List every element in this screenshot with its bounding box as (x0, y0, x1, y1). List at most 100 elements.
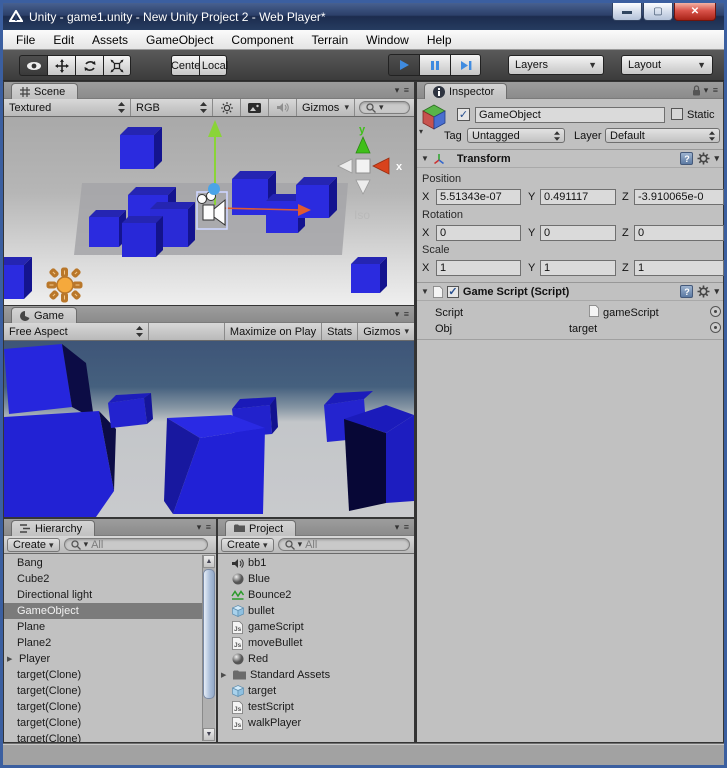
minimize-button[interactable]: ▬ (612, 3, 642, 21)
hierarchy-item-selected[interactable]: GameObject (4, 603, 202, 619)
rotation-x-field[interactable]: 0 (436, 225, 521, 241)
menu-window[interactable]: Window (357, 30, 418, 49)
hierarchy-item[interactable]: target(Clone) (4, 667, 202, 683)
layer-dropdown[interactable]: Default (605, 128, 720, 143)
play-button[interactable] (388, 54, 419, 76)
project-item[interactable]: ▶ Standard Assets (218, 667, 414, 683)
tab-hierarchy[interactable]: Hierarchy (11, 520, 95, 536)
menu-file[interactable]: File (7, 30, 44, 49)
tab-inspector[interactable]: Inspector (424, 83, 507, 99)
menu-component[interactable]: Component (222, 30, 302, 49)
scale-x-field[interactable]: 1 (436, 260, 521, 276)
hierarchy-item[interactable]: Directional light (4, 587, 202, 603)
project-item[interactable]: Blue (218, 571, 414, 587)
hierarchy-item[interactable]: Cube2 (4, 571, 202, 587)
tab-scene[interactable]: Scene (11, 83, 78, 99)
hierarchy-item[interactable]: Plane (4, 619, 202, 635)
menu-assets[interactable]: Assets (83, 30, 137, 49)
rotate-tool-button[interactable] (75, 55, 103, 76)
aspect-dropdown[interactable]: Free Aspect (4, 323, 149, 340)
project-item[interactable]: target (218, 683, 414, 699)
project-item[interactable]: bb1 (218, 555, 414, 571)
step-button[interactable] (450, 54, 481, 76)
position-x-field[interactable]: 5.51343e-07 (436, 189, 521, 205)
panel-menu-icon[interactable]: ▾ ≡ (395, 309, 410, 320)
position-y-field[interactable]: 0.491117 (540, 189, 616, 205)
project-item[interactable]: Js testScript (218, 699, 414, 715)
shading-mode-dropdown[interactable]: Textured (4, 99, 131, 116)
help-icon[interactable]: ? (680, 152, 693, 165)
scene-search-input[interactable]: ▾ (359, 101, 410, 114)
close-button[interactable]: ✕ (674, 3, 716, 21)
menu-edit[interactable]: Edit (44, 30, 83, 49)
menu-terrain[interactable]: Terrain (302, 30, 357, 49)
active-checkbox[interactable]: ✓ (457, 108, 470, 121)
hierarchy-create-button[interactable]: Create ▾ (7, 538, 60, 552)
project-create-button[interactable]: Create ▾ (221, 538, 274, 552)
hierarchy-item[interactable]: target(Clone) (4, 699, 202, 715)
view-tool-button[interactable] (19, 55, 47, 76)
hierarchy-item[interactable]: target(Clone) (4, 715, 202, 731)
game-gizmos-dropdown[interactable]: Gizmos ▾ (358, 323, 414, 340)
scene-gizmos-dropdown[interactable]: Gizmos ▾ (297, 99, 355, 116)
scale-tool-button[interactable] (103, 55, 131, 76)
tab-game[interactable]: Game (11, 307, 77, 323)
maximize-button[interactable]: ▢ (643, 3, 673, 21)
panel-menu-icon[interactable]: ▾ ≡ (395, 85, 410, 96)
position-z-field[interactable]: -3.910065e-0 (634, 189, 724, 205)
expand-arrow-icon[interactable]: ▶ (7, 655, 15, 663)
scale-z-field[interactable]: 1 (634, 260, 724, 276)
game-viewport[interactable] (4, 341, 414, 517)
axis-local-button[interactable]: Local (199, 55, 227, 76)
foldout-triangle-icon[interactable]: ▼ (421, 154, 429, 163)
scroll-up-button[interactable]: ▲ (203, 555, 215, 568)
scene-lighting-toggle[interactable] (213, 99, 241, 116)
component-enabled-checkbox[interactable]: ✓ (447, 286, 459, 298)
rotation-z-field[interactable]: 0 (634, 225, 724, 241)
project-item[interactable]: Js moveBullet (218, 635, 414, 651)
scrollbar-thumb[interactable] (203, 569, 215, 699)
transform-header[interactable]: ▼ Transform ? ▾ (417, 149, 723, 168)
obj-field-value[interactable]: target (569, 323, 597, 335)
foldout-triangle-icon[interactable]: ▼ (421, 287, 429, 296)
hierarchy-search-input[interactable]: ▾ All (64, 538, 208, 551)
object-picker-icon[interactable] (710, 306, 721, 317)
project-item[interactable]: bullet (218, 603, 414, 619)
tag-dropdown[interactable]: Untagged (467, 128, 565, 143)
game-script-header[interactable]: ▼ ✓ Game Script (Script) ? ▾ (417, 282, 723, 301)
move-tool-button[interactable] (47, 55, 75, 76)
menu-help[interactable]: Help (418, 30, 461, 49)
project-item[interactable]: Js gameScript (218, 619, 414, 635)
maximize-on-play-toggle[interactable]: Maximize on Play (224, 323, 322, 340)
rotation-y-field[interactable]: 0 (540, 225, 616, 241)
scroll-down-button[interactable]: ▼ (203, 728, 215, 741)
scene-audio-toggle[interactable] (269, 99, 297, 116)
project-item[interactable]: Red (218, 651, 414, 667)
gameobject-icon[interactable]: ▾ (421, 104, 449, 132)
stats-toggle[interactable]: Stats (322, 323, 358, 340)
script-field-value[interactable]: gameScript (603, 307, 659, 319)
tab-project[interactable]: Project (225, 520, 296, 536)
project-item[interactable]: Js walkPlayer (218, 715, 414, 731)
static-checkbox[interactable] (671, 108, 683, 120)
scene-viewport[interactable]: y x Iso (4, 117, 414, 306)
scale-y-field[interactable]: 1 (540, 260, 616, 276)
layout-dropdown[interactable]: Layout ▼ (621, 55, 713, 75)
hierarchy-item[interactable]: ▶Player (4, 651, 202, 667)
render-channel-dropdown[interactable]: RGB (131, 99, 213, 116)
menu-gameobject[interactable]: GameObject (137, 30, 222, 49)
panel-menu-icon[interactable]: ▾ ≡ (197, 522, 212, 533)
hierarchy-item[interactable]: Plane2 (4, 635, 202, 651)
layers-dropdown[interactable]: Layers ▼ (508, 55, 604, 75)
expand-arrow-icon[interactable]: ▶ (221, 671, 229, 679)
gameobject-name-field[interactable]: GameObject (475, 107, 665, 123)
panel-menu-icon[interactable]: ▾ ≡ (704, 85, 719, 96)
gear-icon[interactable] (697, 285, 710, 298)
hierarchy-item[interactable]: target(Clone) (4, 731, 202, 742)
project-item[interactable]: Bounce2 (218, 587, 414, 603)
hierarchy-scrollbar[interactable]: ▲ ▼ (202, 555, 215, 741)
scene-fx-toggle[interactable] (241, 99, 269, 116)
panel-menu-icon[interactable]: ▾ ≡ (395, 522, 410, 533)
hierarchy-item[interactable]: target(Clone) (4, 683, 202, 699)
pause-button[interactable] (419, 54, 450, 76)
